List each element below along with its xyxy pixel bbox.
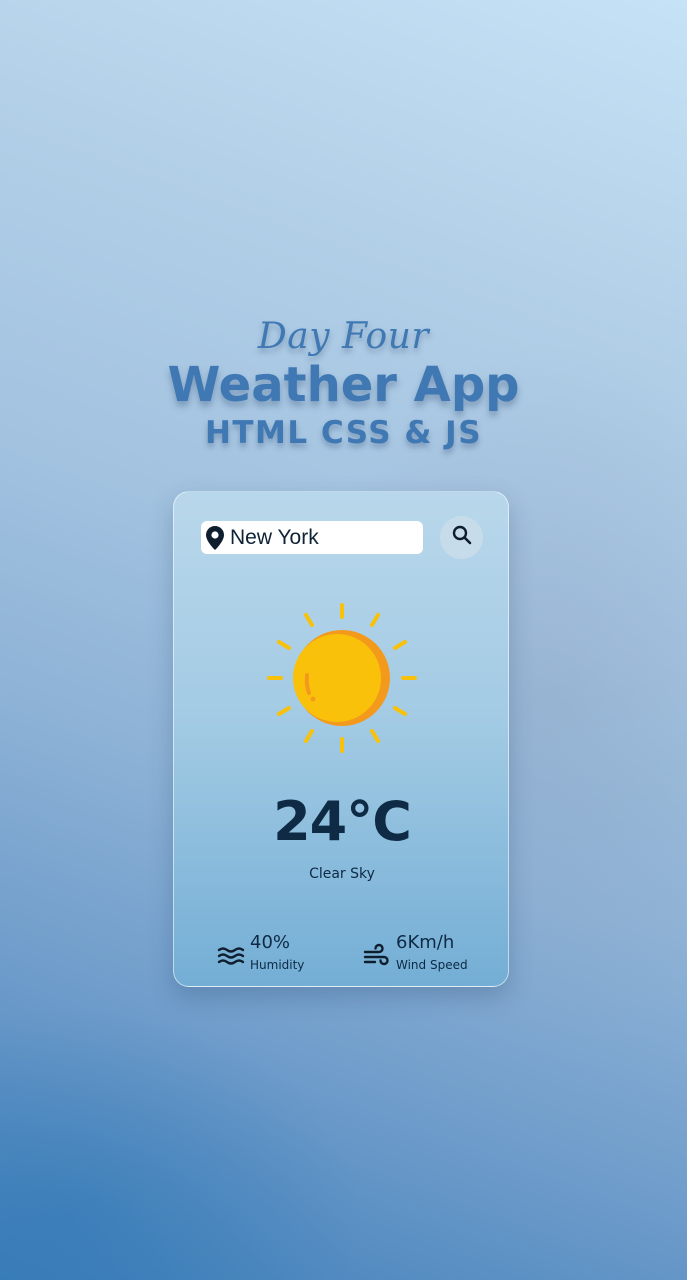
wind-stat: 6Km/h Wind Speed bbox=[362, 932, 468, 973]
temperature: 24°C bbox=[273, 790, 412, 853]
search-button[interactable] bbox=[440, 516, 483, 559]
humidity-waves-icon bbox=[216, 941, 246, 971]
humidity-label: Humidity bbox=[250, 958, 305, 972]
humidity-stat: 40% Humidity bbox=[216, 932, 304, 973]
page-subtitle: HTML CSS & JS bbox=[204, 415, 483, 451]
headline: Day Four Weather App HTML CSS & JS bbox=[0, 316, 687, 453]
wind-label: Wind Speed bbox=[396, 958, 468, 972]
weather-card: 24°C Clear Sky 40% Humidity bbox=[173, 491, 509, 987]
search-box[interactable] bbox=[201, 521, 423, 554]
humidity-value: 40% bbox=[250, 932, 291, 953]
sun-icon bbox=[267, 603, 417, 753]
day-label: Day Four bbox=[257, 316, 430, 357]
wind-text: 6Km/h Wind Speed bbox=[396, 932, 468, 973]
humidity-text: 40% Humidity bbox=[250, 932, 304, 973]
wind-value: 6Km/h bbox=[396, 932, 455, 953]
search-input[interactable] bbox=[230, 525, 410, 550]
page-title: Weather App bbox=[167, 357, 520, 413]
search-icon bbox=[452, 525, 472, 550]
wind-icon bbox=[362, 941, 392, 971]
location-pin-icon bbox=[204, 525, 226, 551]
weather-description: Clear Sky bbox=[309, 866, 375, 882]
